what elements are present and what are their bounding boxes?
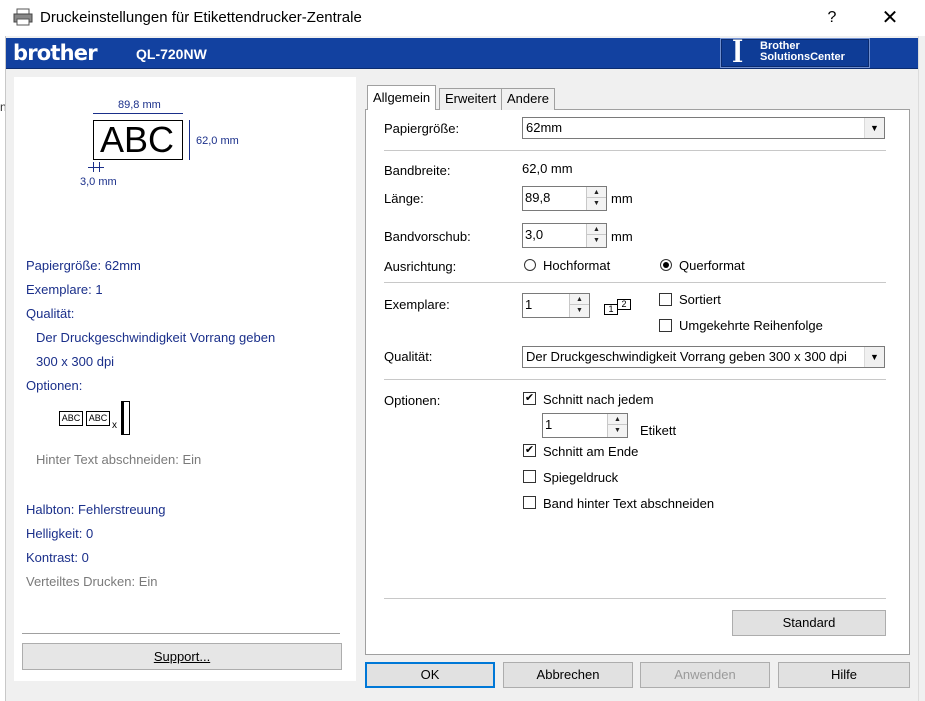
tab-advanced[interactable]: Erweitert [439, 88, 503, 110]
reverse-order-label[interactable]: Umgekehrte Reihenfolge [679, 318, 823, 333]
apply-button[interactable]: Anwenden [640, 662, 770, 688]
summary-quality-value: Der Druckgeschwindigkeit Vorrang geben [36, 330, 276, 345]
standard-button[interactable]: Standard [732, 610, 886, 636]
support-button[interactable]: Support... [22, 643, 342, 670]
trim-tape-label[interactable]: Band hinter Text abschneiden [543, 496, 714, 511]
cut-end-checkbox[interactable]: ✔ [523, 444, 536, 457]
feed-label: Bandvorschub: [384, 229, 471, 244]
options-label: Optionen: [384, 393, 441, 408]
summary-halftone: Halbton: Fehlerstreuung [26, 502, 166, 517]
cut-each-unit: Etikett [640, 423, 677, 438]
cutter-icon [121, 401, 130, 435]
printer-model: QL-720NW [136, 46, 207, 62]
tape-width-label: Bandbreite: [384, 163, 451, 178]
separator [22, 633, 340, 635]
help-button[interactable]: Hilfe [778, 662, 910, 688]
summary-contrast: Kontrast: 0 [26, 550, 89, 565]
separator [384, 598, 886, 599]
copies-spinner[interactable]: ▲ ▼ [569, 294, 589, 317]
quality-select[interactable]: Der Druckgeschwindigkeit Vorrang geben 3… [522, 346, 885, 368]
sorted-label[interactable]: Sortiert [679, 292, 721, 307]
summary-paper-size: Papiergröße: 62mm [26, 258, 141, 273]
orientation-label: Ausrichtung: [384, 259, 457, 274]
summary-quality-label: Qualität: [26, 306, 75, 321]
spin-down-icon[interactable]: ▼ [570, 305, 589, 316]
help-icon[interactable]: ? [820, 6, 844, 30]
spin-down-icon[interactable]: ▼ [587, 198, 606, 209]
printer-icon [13, 8, 33, 26]
feed-spinner[interactable]: ▲ ▼ [586, 224, 606, 247]
separator [384, 379, 886, 380]
label-preview-text: ABC [100, 119, 175, 160]
feed-dimension-tick [99, 162, 100, 172]
spin-up-icon[interactable]: ▲ [587, 224, 606, 235]
tab-general[interactable]: Allgemein [367, 85, 437, 110]
portrait-radio[interactable] [524, 259, 536, 271]
cut-each-label[interactable]: Schnitt nach jedem [543, 392, 654, 407]
close-icon[interactable]: ✕ [875, 5, 905, 31]
background-scrollbar [918, 36, 925, 701]
preview-width-label: 89,8 mm [118, 99, 161, 111]
mirror-checkbox[interactable] [523, 470, 536, 483]
solutions-center-label: Brother SolutionsCenter [760, 40, 845, 63]
brother-logo: brother [13, 41, 98, 65]
landscape-label[interactable]: Querformat [679, 258, 745, 273]
spin-up-icon[interactable]: ▲ [608, 414, 627, 425]
cancel-button[interactable]: Abbrechen [503, 662, 633, 688]
cut-end-label[interactable]: Schnitt am Ende [543, 444, 638, 459]
portrait-label[interactable]: Hochformat [543, 258, 610, 273]
trim-tape-checkbox[interactable] [523, 496, 536, 509]
quality-label: Qualität: [384, 349, 433, 364]
tab-other[interactable]: Andere [501, 88, 555, 110]
solutions-center-icon: ꟾ [732, 39, 744, 68]
preview-feed-label: 3,0 mm [80, 176, 117, 188]
summary-brightness: Helligkeit: 0 [26, 526, 94, 541]
copies-label: Exemplare: [384, 297, 450, 312]
tape-width-value: 62,0 mm [522, 161, 573, 176]
paper-size-label: Papiergröße: [384, 121, 460, 136]
ok-button[interactable]: OK [365, 662, 495, 688]
chevron-down-icon[interactable]: ▼ [864, 347, 884, 367]
paper-size-select[interactable]: 62mm [522, 117, 885, 139]
summary-options-label: Optionen: [26, 378, 83, 393]
preview-height-label: 62,0 mm [196, 135, 239, 147]
summary-copies: Exemplare: 1 [26, 282, 103, 297]
length-unit: mm [611, 191, 633, 206]
collate-icon: 2 [617, 299, 631, 310]
spin-down-icon[interactable]: ▼ [587, 235, 606, 246]
width-dimension-line [93, 113, 183, 114]
feed-unit: mm [611, 229, 633, 244]
cut-label-icon: ABC [86, 411, 110, 426]
cut-each-spinner[interactable]: ▲ ▼ [607, 414, 627, 437]
collate-icon: 1 [604, 304, 618, 315]
cut-marker-text: x [112, 420, 117, 431]
cut-each-checkbox[interactable]: ✔ [523, 392, 536, 405]
spin-down-icon[interactable]: ▼ [608, 425, 627, 436]
chevron-down-icon[interactable]: ▼ [864, 118, 884, 138]
window-title: Druckeinstellungen für Etikettendrucker-… [40, 9, 362, 26]
summary-trim: Hinter Text abschneiden: Ein [36, 452, 202, 467]
spin-up-icon[interactable]: ▲ [570, 294, 589, 305]
separator [384, 282, 886, 283]
summary-resolution: 300 x 300 dpi [36, 354, 115, 369]
spin-up-icon[interactable]: ▲ [587, 187, 606, 198]
sorted-checkbox[interactable] [659, 293, 672, 306]
summary-distributed-printing: Verteiltes Drucken: Ein [26, 574, 158, 589]
length-spinner[interactable]: ▲ ▼ [586, 187, 606, 210]
height-dimension-line [189, 120, 190, 160]
cut-label-icon: ABC [59, 411, 83, 426]
landscape-radio[interactable] [660, 259, 672, 271]
reverse-order-checkbox[interactable] [659, 319, 672, 332]
length-label: Länge: [384, 191, 424, 206]
feed-dimension-line [88, 167, 104, 168]
separator [384, 150, 886, 151]
mirror-label[interactable]: Spiegeldruck [543, 470, 618, 485]
feed-dimension-tick [93, 162, 94, 172]
tab-panel-general [365, 109, 910, 655]
